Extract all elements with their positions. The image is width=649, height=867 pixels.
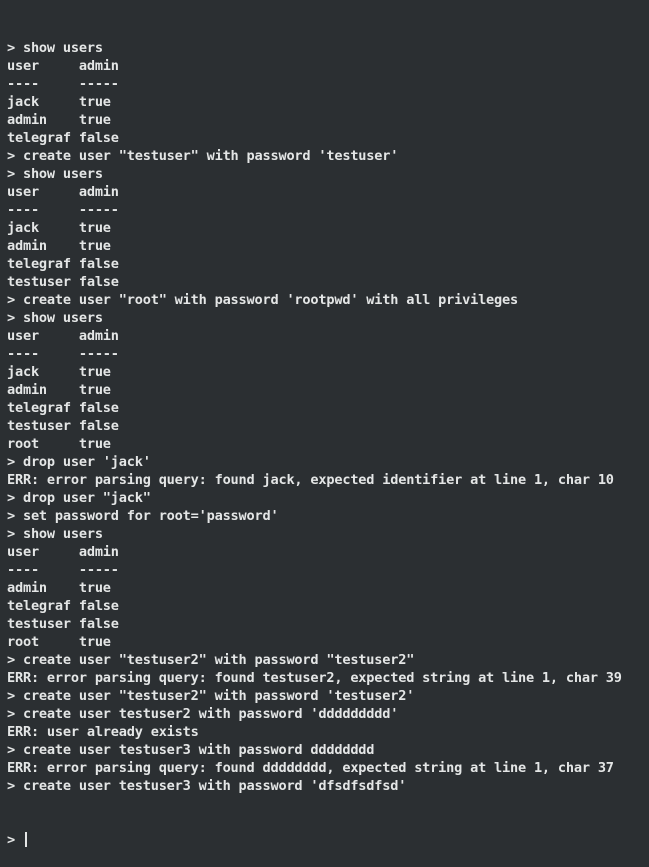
command-line: > show users bbox=[7, 526, 103, 542]
text-cursor bbox=[24, 832, 27, 847]
output-line: admin true bbox=[7, 238, 111, 254]
output-line: jack true bbox=[7, 220, 111, 236]
output-line: ---- ----- bbox=[7, 562, 119, 578]
output-line: admin true bbox=[7, 580, 111, 596]
output-line: jack true bbox=[7, 364, 111, 380]
error-line: ERR: error parsing query: found jack, ex… bbox=[7, 472, 614, 488]
command-line: > create user "testuser2" with password … bbox=[7, 688, 415, 704]
output-line: telegraf false bbox=[7, 400, 119, 416]
output-line: admin true bbox=[7, 382, 111, 398]
error-line: ERR: user already exists bbox=[7, 724, 199, 740]
output-line: ---- ----- bbox=[7, 346, 119, 362]
output-line: testuser false bbox=[7, 274, 119, 290]
command-line: > create user "root" with password 'root… bbox=[7, 292, 518, 308]
command-line: > drop user 'jack' bbox=[7, 454, 151, 470]
output-line: ---- ----- bbox=[7, 202, 119, 218]
output-line: user admin bbox=[7, 184, 119, 200]
command-line: > set password for root='password' bbox=[7, 508, 279, 524]
output-line: user admin bbox=[7, 58, 119, 74]
error-line: ERR: error parsing query: found testuser… bbox=[7, 670, 622, 686]
command-line: > create user testuser3 with password 'd… bbox=[7, 778, 407, 794]
error-line: ERR: error parsing query: found dddddddd… bbox=[7, 760, 614, 776]
output-line: admin true bbox=[7, 112, 111, 128]
command-line: > show users bbox=[7, 166, 103, 182]
output-line: user admin bbox=[7, 544, 119, 560]
output-line: jack true bbox=[7, 94, 111, 110]
command-line: > show users bbox=[7, 40, 103, 56]
terminal-window[interactable]: > show users user admin ---- ----- jack tru… bbox=[0, 0, 649, 848]
output-line: telegraf false bbox=[7, 130, 119, 146]
output-line: user admin bbox=[7, 328, 119, 344]
prompt: > bbox=[7, 832, 23, 848]
command-line: > create user testuser3 with password dd… bbox=[7, 742, 375, 758]
command-line: > create user "testuser2" with password … bbox=[7, 652, 415, 668]
output-line: testuser false bbox=[7, 616, 119, 632]
command-line: > drop user "jack" bbox=[7, 490, 151, 506]
output-line: root true bbox=[7, 436, 111, 452]
command-line: > create user testuser2 with password 'd… bbox=[7, 706, 399, 722]
output-line: testuser false bbox=[7, 418, 119, 434]
command-line: > show users bbox=[7, 310, 103, 326]
output-line: telegraf false bbox=[7, 598, 119, 614]
output-line: ---- ----- bbox=[7, 76, 119, 92]
command-line: > create user "testuser" with password '… bbox=[7, 148, 399, 164]
input-line[interactable]: > bbox=[7, 831, 649, 849]
terminal-output: > show users user admin ---- ----- jack tru… bbox=[7, 39, 649, 795]
output-line: root true bbox=[7, 634, 111, 650]
output-line: telegraf false bbox=[7, 256, 119, 272]
